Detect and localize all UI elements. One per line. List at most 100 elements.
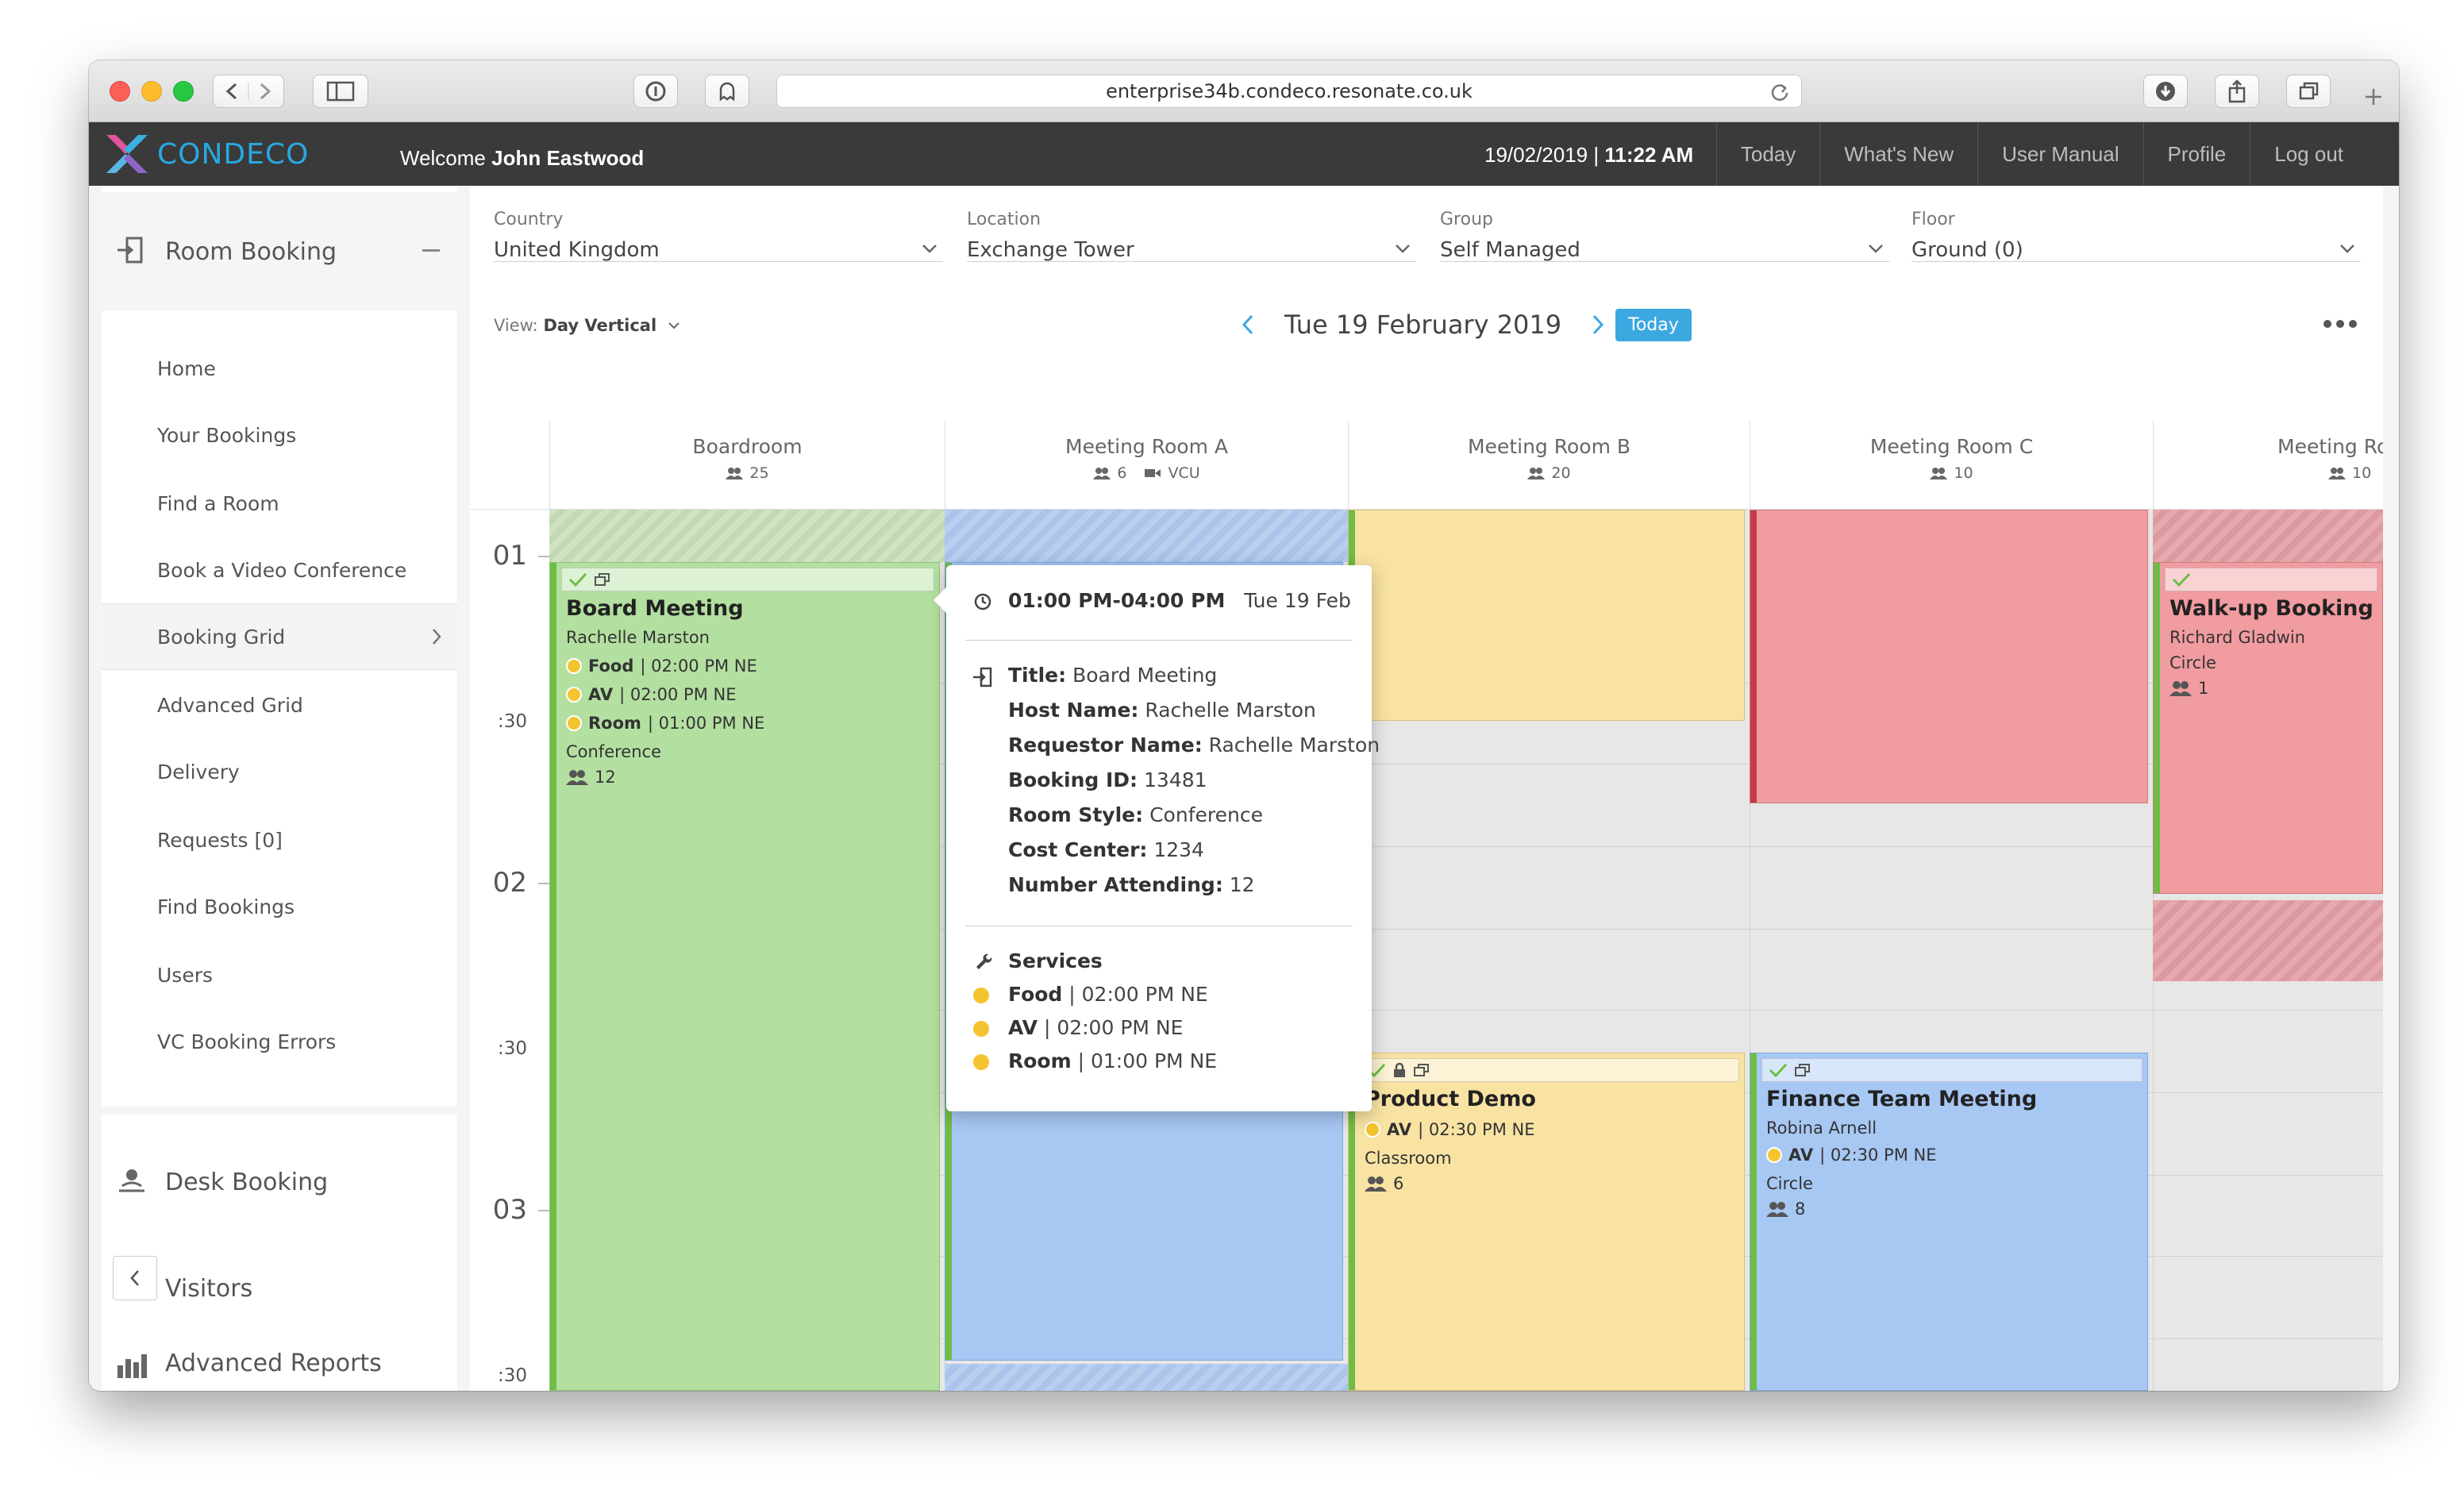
sidebar-toggle-button[interactable] [313,75,368,108]
chevron-down-icon [922,245,937,253]
time-label-02: 02 [492,867,527,899]
nav-log-out[interactable]: Log out [2250,122,2367,186]
tabs-overview-button[interactable] [2286,75,2331,108]
sidebar-section-room-booking[interactable]: Room Booking [102,192,457,311]
minimize-window-button[interactable] [141,81,162,102]
booking-room-b-morning[interactable] [1348,510,1745,721]
tooltip-cost-label: Cost Center: [1008,838,1148,861]
address-bar[interactable]: enterprise34b.condeco.resonate.co.uk [776,75,1802,108]
service-dot-icon [973,1021,989,1037]
condeco-x-icon [106,135,148,173]
nav-profile[interactable]: Profile [2143,122,2250,186]
tooltip-id-label: Booking ID: [1008,768,1138,791]
service-dot-icon [973,988,989,1003]
previous-day-icon[interactable] [1240,313,1256,337]
tabs-icon [2299,82,2319,100]
sidebar-section-advanced-reports[interactable]: Advanced Reports [102,1335,457,1391]
chevron-down-icon [668,322,680,329]
people-icon [1093,468,1111,479]
room-header-meeting-room-a[interactable]: Meeting Room A 6 VCU [945,421,1348,510]
view-selector[interactable]: View: Day Vertical [494,316,681,335]
service-detail: | 02:30 PM NE [1418,1120,1535,1139]
current-date: 19/02/2019 | [1484,143,1600,167]
sidebar-item-users[interactable]: Users [102,941,457,1008]
downloads-button[interactable] [2143,75,2188,108]
maximize-window-button[interactable] [173,81,194,102]
floor-select[interactable]: Floor Ground (0) [1912,210,2361,262]
nav-today[interactable]: Today [1715,122,1819,186]
new-tab-button[interactable] [2358,81,2389,113]
service-detail: | 02:00 PM NE [1068,983,1208,1006]
sidebar-item-advanced-grid[interactable]: Advanced Grid [102,672,457,738]
booking-service-food: Food | 02:00 PM NE [566,657,757,676]
service-name: Room [588,714,641,733]
location-select[interactable]: Location Exchange Tower [967,210,1416,262]
collapse-sidebar-button[interactable] [113,1256,157,1300]
nav-user-manual[interactable]: User Manual [1977,122,2143,186]
sidebar-item-requests[interactable]: Requests [0] [102,807,457,873]
room-vc-label: VCU [1168,464,1200,482]
booking-room-c-morning[interactable] [1750,510,2148,803]
room-header-meeting-room-b[interactable]: Meeting Room B 20 [1348,421,1750,510]
attendee-count: 6 [1393,1174,1404,1193]
sidebar-item-find-bookings[interactable]: Find Bookings [102,873,457,940]
people-icon [1527,468,1546,479]
tooltip-service-room: Room | 01:00 PM NE [1008,1049,1217,1072]
time-column: 01 :30 02 :30 03 :30 [470,421,549,1391]
sidebar-item-find-a-room[interactable]: Find a Room [102,470,457,537]
service-name: AV [1788,1146,1814,1165]
floor-value: Ground (0) [1912,238,2023,262]
extension-button[interactable] [705,75,749,108]
privacy-report-button[interactable] [633,75,678,108]
tooltip-id-row: Booking ID: 13481 [1008,768,1207,791]
group-select[interactable]: Group Self Managed [1440,210,1889,262]
tooltip-separator [965,640,1353,641]
room-name: Meeting Roo [2277,435,2383,458]
booking-board-meeting[interactable]: Board Meeting Rachelle Marston Food | 02:… [549,562,940,1391]
nav-whats-new[interactable]: What's New [1819,122,1977,186]
condeco-logo[interactable]: CONDECO [102,129,309,179]
tooltip-id: 13481 [1144,768,1207,791]
time-tick [538,556,549,557]
room-name: Boardroom [692,435,803,458]
sidebar-item-book-video-conference[interactable]: Book a Video Conference [102,537,457,603]
room-capacity: 10 [1954,464,1973,482]
today-button[interactable]: Today [1615,308,1692,341]
room-header-boardroom[interactable]: Boardroom 25 [549,421,945,510]
service-detail: | 02:00 PM NE [640,657,757,676]
country-label: Country [494,210,564,229]
sidebar-item-home[interactable]: Home [102,335,457,402]
booking-product-demo[interactable]: Product Demo AV | 02:30 PM NE Classroom 6 [1348,1053,1745,1391]
reload-icon[interactable] [1769,82,1790,102]
booking-finance-team-meeting[interactable]: Finance Team Meeting Robina Arnell AV | 0… [1750,1053,2148,1391]
room-header-meeting-room-d[interactable]: Meeting Roo 10 [2153,421,2383,510]
info-icon [645,81,666,102]
sidebar-item-delivery[interactable]: Delivery [102,738,457,805]
more-options-icon[interactable] [2323,319,2358,329]
checkmark-icon [1769,1063,1788,1078]
back-forward-buttons[interactable] [213,75,284,108]
checkmark-icon [2172,572,2191,587]
sidebar-item-your-bookings[interactable]: Your Bookings [102,402,457,468]
share-button[interactable] [2215,75,2259,108]
tooltip-requestor: Rachelle Marston [1208,734,1380,757]
sidebar-item-vc-booking-errors[interactable]: VC Booking Errors [102,1008,457,1075]
booking-room-style: Classroom [1365,1149,1452,1168]
collapse-minus-icon[interactable] [422,249,440,252]
booking-room-style: Conference [566,742,662,761]
booking-room-style: Circle [1766,1174,1813,1193]
sidebar-item-booking-grid[interactable]: Booking Grid [102,603,457,670]
room-header-meeting-room-c[interactable]: Meeting Room C 10 [1750,421,2153,510]
advanced-reports-label: Advanced Reports [165,1350,382,1377]
booking-walk-up[interactable]: Walk-up Booking Richard Gladwin Circle 1 [2153,562,2383,894]
booking-host: Richard Gladwin [2169,628,2306,647]
download-icon [2156,82,2175,101]
booking-status-strip [1761,1058,2143,1082]
country-select[interactable]: Country United Kingdom [494,210,943,262]
status-bar [1750,1053,1757,1390]
close-window-button[interactable] [110,81,130,102]
sidebar-section-desk-booking[interactable]: Desk Booking [102,1122,457,1242]
unavailable-slot-room-a [945,1364,1348,1391]
tooltip-requestor-row: Requestor Name: Rachelle Marston [1008,734,1380,757]
next-day-icon[interactable] [1590,313,1606,337]
